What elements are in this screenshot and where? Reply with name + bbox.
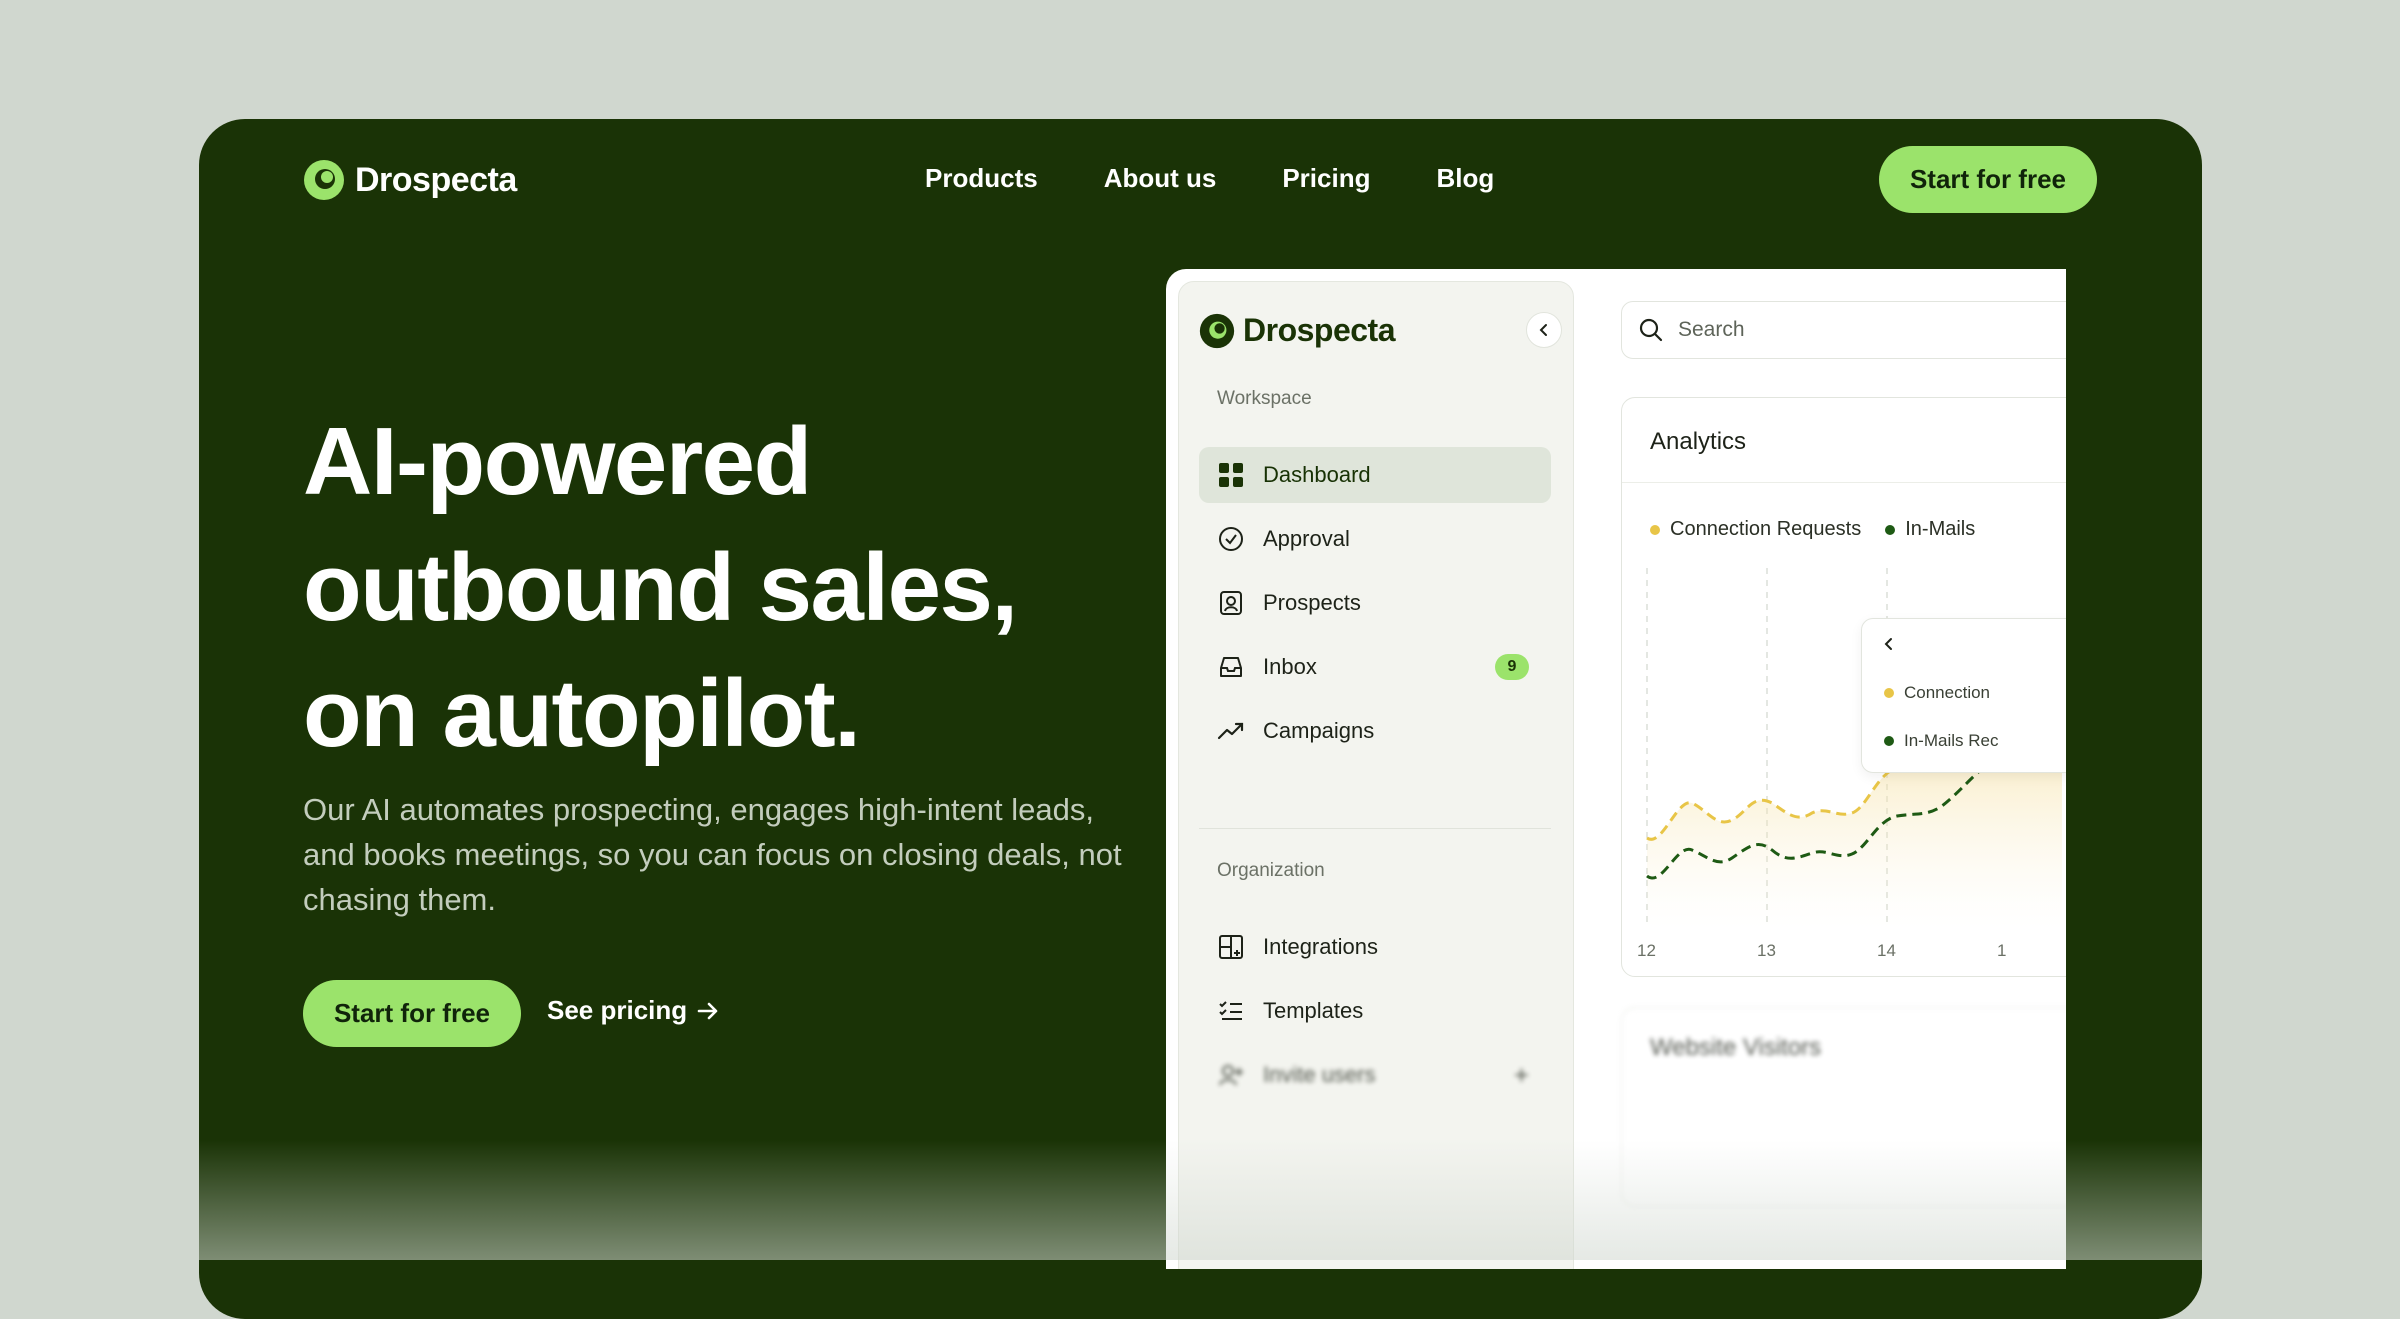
analytics-title: Analytics <box>1650 428 1747 455</box>
x-tick-label: 12 <box>1637 941 1656 958</box>
analytics-card: Analytics Connection Requests In-Mails 1… <box>1621 397 2066 977</box>
sidebar-item-inbox[interactable]: Inbox 9 <box>1199 639 1551 695</box>
sidebar-item-label: Dashboard <box>1263 462 1371 487</box>
templates-icon <box>1217 997 1245 1025</box>
sidebar-divider <box>1199 828 1551 829</box>
see-pricing-link[interactable]: See pricing <box>547 995 721 1026</box>
sidebar-item-label: Invite users <box>1263 1062 1376 1087</box>
brand-name: Drospecta <box>355 160 517 199</box>
workspace-section-label: Workspace <box>1217 388 1312 409</box>
organization-section-label: Organization <box>1217 860 1325 881</box>
headline-line-1: AI-powered <box>303 408 812 515</box>
hero-subtext: Our AI automates prospecting, engages hi… <box>303 792 1122 917</box>
legend-dot-icon <box>1885 524 1896 535</box>
sidebar-item-label: Integrations <box>1263 934 1378 959</box>
tooltip-label: In-Mails Rec <box>1904 731 1999 750</box>
headline-line-3: on autopilot. <box>303 660 861 767</box>
brand-logo[interactable]: Drospecta <box>303 159 517 201</box>
chevron-left-icon <box>1539 324 1547 336</box>
sidebar-item-invite-users[interactable]: Invite users + <box>1199 1047 1551 1103</box>
analytics-divider <box>1622 482 2066 483</box>
sidebar-item-prospects[interactable]: Prospects <box>1199 575 1551 631</box>
tooltip-row-in-mails: In-Mails Rec <box>1884 731 1998 751</box>
add-icon[interactable]: + <box>1514 1060 1529 1091</box>
see-pricing-label: See pricing <box>547 995 688 1025</box>
search-placeholder: Search <box>1678 318 1745 341</box>
sidebar-item-label: Inbox <box>1263 654 1317 679</box>
hero-start-free-button[interactable]: Start for free <box>303 980 521 1047</box>
check-circle-icon <box>1217 525 1245 553</box>
logo-mark-icon <box>304 160 344 200</box>
search-field[interactable]: Search <box>1621 301 2066 359</box>
hero-headline: AI-powered outbound sales, on autopilot. <box>303 399 1203 777</box>
tooltip-dot-icon <box>1884 736 1894 746</box>
chevron-left-icon[interactable] <box>1882 637 1896 651</box>
legend-in-mails[interactable]: In-Mails <box>1885 518 1975 541</box>
sidebar-item-dashboard[interactable]: Dashboard <box>1199 447 1551 503</box>
nav-blog[interactable]: Blog <box>1436 163 1494 194</box>
nav-about-us[interactable]: About us <box>1104 163 1217 194</box>
dashboard-icon <box>1217 461 1245 489</box>
app-brand[interactable]: Drospecta <box>1199 312 1396 349</box>
app-brand-name: Drospecta <box>1243 312 1396 348</box>
contact-card-icon <box>1217 589 1245 617</box>
sidebar-item-templates[interactable]: Templates <box>1199 983 1551 1039</box>
header-start-free-button[interactable]: Start for free <box>1879 146 2097 213</box>
legend-dot-icon <box>1650 524 1660 535</box>
sidebar-collapse-button[interactable] <box>1526 312 1562 348</box>
sidebar-item-label: Campaigns <box>1263 718 1375 743</box>
tooltip-dot-icon <box>1884 688 1894 698</box>
legend-label: In-Mails <box>1905 518 1976 540</box>
tooltip-label: Connection <box>1904 683 1991 702</box>
trend-icon <box>1217 717 1245 745</box>
nav-products[interactable]: Products <box>925 163 1038 194</box>
user-plus-icon <box>1217 1061 1245 1089</box>
sidebar-item-label: Approval <box>1263 526 1350 551</box>
inbox-count-badge: 9 <box>1495 654 1529 680</box>
x-tick-label: 1 <box>1997 941 2006 958</box>
sidebar-item-approval[interactable]: Approval <box>1199 511 1551 567</box>
tooltip-row-connection: Connection <box>1884 683 1990 703</box>
x-tick-label: 13 <box>1757 941 1776 958</box>
sidebar-item-campaigns[interactable]: Campaigns <box>1199 703 1551 759</box>
arrow-right-icon <box>697 1002 718 1019</box>
inbox-icon <box>1217 653 1245 681</box>
nav-pricing[interactable]: Pricing <box>1282 163 1370 194</box>
sidebar-item-integrations[interactable]: Integrations <box>1199 919 1551 975</box>
integrations-icon <box>1217 933 1245 961</box>
legend-label: Connection Requests <box>1670 518 1862 540</box>
app-preview: Drospecta Workspace Dashboard Approval P… <box>1166 269 2066 1269</box>
search-icon <box>1639 318 1663 342</box>
app-logo-icon <box>1199 313 1235 348</box>
sidebar-item-label: Templates <box>1263 998 1364 1023</box>
sidebar-item-label: Prospects <box>1263 590 1361 615</box>
x-tick-label: 14 <box>1877 941 1896 958</box>
main-nav: Products About us Pricing Blog <box>925 163 1494 194</box>
website-visitors-card: Website Visitors <box>1621 1007 2066 1207</box>
app-sidebar: Drospecta Workspace Dashboard Approval P… <box>1178 281 1574 1269</box>
website-visitors-title: Website Visitors <box>1650 1034 1822 1061</box>
headline-line-2: outbound sales, <box>303 534 1018 641</box>
legend-connection-requests[interactable]: Connection Requests <box>1650 518 1861 541</box>
chart-tooltip: Connection In-Mails Rec <box>1861 618 2066 773</box>
chart-legend: Connection Requests In-Mails <box>1650 518 1975 541</box>
